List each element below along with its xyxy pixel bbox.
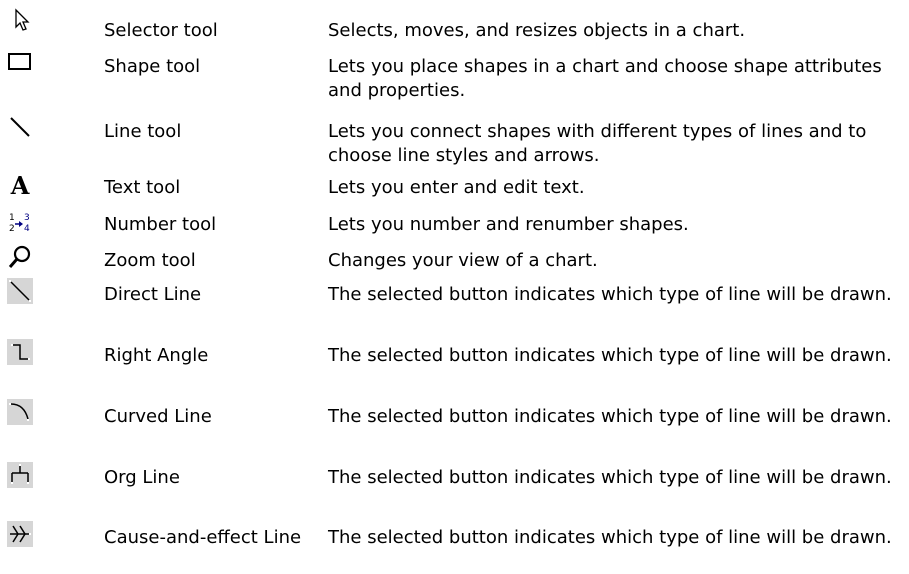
right-angle-line-icon: [7, 339, 33, 365]
svg-text:3: 3: [24, 213, 30, 223]
tool-description: Selects, moves, and resizes objects in a…: [328, 20, 746, 41]
tool-description: The selected button indicates which type…: [328, 527, 892, 548]
tool-name: Selector tool: [104, 20, 218, 41]
tool-name: Direct Line: [104, 284, 202, 305]
curved-line-icon: [7, 399, 33, 425]
tool-name: Text tool: [104, 177, 181, 198]
tool-description: The selected button indicates which type…: [328, 467, 892, 488]
tool-name: Number tool: [104, 214, 217, 235]
numbering-icon: 1 2 3 4: [7, 210, 33, 236]
tool-description: The selected button indicates which type…: [328, 345, 892, 366]
tool-description: Changes your view of a chart.: [328, 250, 598, 271]
svg-text:A: A: [10, 172, 30, 198]
tool-description: The selected button indicates which type…: [328, 406, 892, 427]
cause-and-effect-line-icon: [7, 521, 33, 547]
selector-arrow-icon: [7, 7, 33, 33]
tool-description: The selected button indicates which type…: [328, 284, 892, 305]
tool-name: Shape tool: [104, 56, 201, 77]
tool-name: Right Angle: [104, 345, 209, 366]
svg-text:2: 2: [9, 224, 15, 234]
tool-description: Lets you place shapes in a chart and cho…: [328, 56, 882, 101]
org-line-icon: [7, 462, 33, 488]
rectangle-shape-icon: [7, 49, 33, 75]
direct-line-icon: [7, 278, 33, 304]
diagonal-line-icon: [7, 114, 33, 140]
tool-description: Lets you connect shapes with different t…: [328, 121, 867, 166]
tool-name: Cause-and-effect Line: [104, 527, 302, 548]
svg-text:1: 1: [9, 213, 15, 223]
magnifier-icon: [7, 244, 33, 270]
svg-text:4: 4: [24, 224, 30, 234]
tool-description: Lets you enter and edit text.: [328, 177, 585, 198]
tool-name: Line tool: [104, 121, 182, 142]
tool-description: Lets you number and renumber shapes.: [328, 214, 689, 235]
tool-name: Org Line: [104, 467, 180, 488]
letter-a-icon: A: [7, 172, 33, 198]
tool-name: Zoom tool: [104, 250, 196, 271]
tool-name: Curved Line: [104, 406, 212, 427]
